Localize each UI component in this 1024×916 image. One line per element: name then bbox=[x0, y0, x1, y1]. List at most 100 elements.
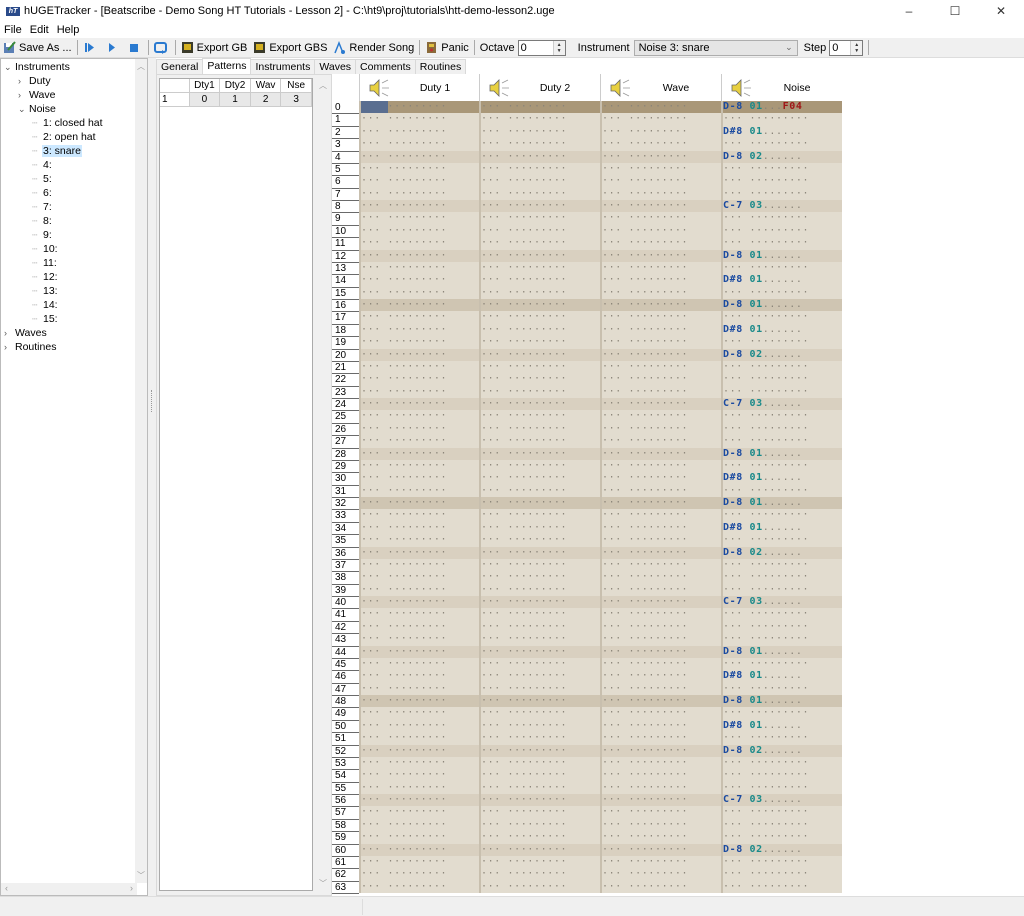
pattern-row[interactable]: ··· ········· bbox=[481, 175, 600, 187]
pattern-row[interactable]: ··· ········· bbox=[481, 485, 600, 497]
channel-column-noise[interactable]: D-8 01...F04 ··· ········· D#8 01...... ···… bbox=[721, 101, 842, 893]
pattern-row[interactable]: D-8 01...... bbox=[723, 497, 842, 510]
pattern-row[interactable]: D#8 01...... bbox=[723, 274, 842, 286]
pattern-row[interactable]: ··· ········· bbox=[361, 683, 480, 695]
pattern-row[interactable]: ··· ········· bbox=[481, 138, 600, 150]
pattern-row[interactable]: ··· ········· bbox=[723, 608, 842, 620]
pattern-row[interactable]: ··· ········· bbox=[481, 163, 600, 175]
tree-item-noise-11[interactable]: ┄ 11: bbox=[32, 256, 58, 270]
pattern-row[interactable]: D-8 02...... bbox=[723, 843, 842, 856]
pattern-row[interactable]: ··· ········· bbox=[361, 460, 480, 472]
pattern-row[interactable]: ··· ········· bbox=[723, 423, 842, 435]
pattern-row[interactable]: ··· ········· bbox=[361, 658, 480, 670]
channel-column-duty-2[interactable]: ··· ········· ··· ········· ··· ········· ·… bbox=[479, 101, 600, 893]
pattern-row[interactable]: ··· ········· bbox=[723, 287, 842, 299]
pattern-row[interactable]: ··· ········· bbox=[361, 274, 480, 286]
pattern-row[interactable]: ··· ········· bbox=[481, 868, 600, 880]
pattern-row[interactable]: D#8 01...... bbox=[723, 126, 842, 138]
pattern-row[interactable]: ··· ········· bbox=[481, 398, 600, 411]
pattern-row[interactable]: D-8 01...... bbox=[723, 645, 842, 658]
speaker-icon[interactable] bbox=[609, 78, 631, 98]
pattern-row[interactable]: ··· ········· bbox=[481, 386, 600, 398]
stop-button[interactable] bbox=[124, 39, 146, 57]
pattern-row[interactable]: ··· ········· bbox=[361, 485, 480, 497]
pattern-row[interactable]: ··· ········· bbox=[723, 410, 842, 422]
pattern-row[interactable]: ··· ········· bbox=[481, 608, 600, 620]
pattern-row[interactable]: ··· ········· bbox=[361, 596, 480, 609]
pattern-row[interactable]: ··· ········· bbox=[361, 410, 480, 422]
pattern-row[interactable]: ··· ········· bbox=[481, 757, 600, 769]
pattern-row[interactable]: ··· ········· bbox=[481, 546, 600, 559]
pattern-row[interactable]: ··· ········· bbox=[361, 769, 480, 781]
pattern-row[interactable]: ··· ········· bbox=[361, 447, 480, 460]
pattern-row[interactable]: ··· ········· bbox=[361, 472, 480, 484]
pattern-row[interactable]: ··· ········· bbox=[361, 113, 480, 125]
pattern-row[interactable]: ··· ········· bbox=[602, 435, 721, 447]
pattern-row[interactable]: ··· ········· bbox=[723, 707, 842, 719]
pattern-row[interactable]: ··· ········· bbox=[602, 831, 721, 843]
pattern-row[interactable]: ··· ········· bbox=[481, 881, 600, 893]
pattern-row[interactable]: ··· ········· bbox=[602, 707, 721, 719]
tab-general[interactable]: General bbox=[156, 59, 204, 74]
pattern-row[interactable]: ··· ········· bbox=[602, 398, 721, 411]
pattern-row[interactable]: ··· ········· bbox=[602, 645, 721, 658]
pattern-row[interactable]: ··· ········· bbox=[723, 559, 842, 571]
pattern-row[interactable]: ··· ········· bbox=[481, 658, 600, 670]
pattern-row[interactable]: ··· ········· bbox=[481, 150, 600, 163]
pattern-row[interactable]: ··· ········· bbox=[361, 150, 480, 163]
pattern-row[interactable]: ··· ········· bbox=[723, 460, 842, 472]
pattern-row[interactable]: ··· ········· bbox=[361, 522, 480, 534]
minimize-button[interactable]: – bbox=[886, 0, 932, 22]
pattern-row[interactable]: ··· ········· bbox=[723, 188, 842, 200]
pattern-row[interactable]: ··· ········· bbox=[481, 348, 600, 361]
pattern-row[interactable]: ··· ········· bbox=[723, 683, 842, 695]
pattern-row[interactable]: ··· ········· bbox=[602, 447, 721, 460]
pattern-row[interactable]: ··· ········· bbox=[723, 819, 842, 831]
pattern-row[interactable]: D-8 01...... bbox=[723, 249, 842, 262]
pattern-row[interactable]: ··· ········· bbox=[723, 237, 842, 249]
pattern-row[interactable]: ··· ········· bbox=[481, 472, 600, 484]
pattern-row[interactable]: ··· ········· bbox=[361, 348, 480, 361]
pattern-row[interactable]: ··· ········· bbox=[723, 361, 842, 373]
pattern-row[interactable]: ··· ········· bbox=[723, 658, 842, 670]
pattern-row[interactable]: ··· ········· bbox=[602, 596, 721, 609]
pattern-row[interactable]: ··· ········· bbox=[723, 175, 842, 187]
chevron-down-icon[interactable]: ⌄ bbox=[18, 102, 28, 116]
pattern-row[interactable]: ··· ········· bbox=[602, 856, 721, 868]
tree-item-waves[interactable]: › Waves bbox=[4, 326, 48, 340]
tree-item-noise-14[interactable]: ┄ 14: bbox=[32, 298, 59, 312]
pattern-row[interactable]: ··· ········· bbox=[723, 868, 842, 880]
pattern-row[interactable]: ··· ········· bbox=[602, 571, 721, 583]
pattern-row[interactable]: ··· ········· bbox=[361, 163, 480, 175]
pattern-row[interactable]: ··· ········· bbox=[723, 571, 842, 583]
tab-waves[interactable]: Waves bbox=[314, 59, 357, 74]
pattern-row[interactable]: ··· ········· bbox=[361, 398, 480, 411]
pattern-row[interactable]: ··· ········· bbox=[602, 843, 721, 856]
pattern-row[interactable]: ··· ········· bbox=[481, 299, 600, 312]
pattern-row[interactable]: ··· ········· bbox=[361, 101, 480, 114]
tree-item-noise-9[interactable]: ┄ 9: bbox=[32, 228, 53, 242]
pattern-row[interactable]: ··· ········· bbox=[481, 843, 600, 856]
close-button[interactable]: ✕ bbox=[978, 0, 1024, 22]
pattern-row[interactable]: ··· ········· bbox=[723, 782, 842, 794]
save-as-button[interactable]: Save As ... bbox=[0, 39, 75, 57]
pattern-row[interactable]: ··· ········· bbox=[602, 695, 721, 708]
splitter-grip[interactable] bbox=[151, 390, 153, 412]
tree-vertical-scrollbar[interactable]: ︿ ﹀ bbox=[135, 59, 147, 883]
chevron-right-icon[interactable]: › bbox=[4, 340, 14, 354]
pattern-row[interactable]: ··· ········· bbox=[361, 744, 480, 757]
pattern-row[interactable]: ··· ········· bbox=[361, 175, 480, 187]
pattern-row[interactable]: ··· ········· bbox=[361, 435, 480, 447]
menu-edit[interactable]: Edit bbox=[26, 24, 53, 36]
pattern-row[interactable]: ··· ········· bbox=[723, 633, 842, 645]
pattern-row[interactable]: ··· ········· bbox=[481, 621, 600, 633]
pattern-row[interactable]: ··· ········· bbox=[481, 262, 600, 274]
pattern-row[interactable]: ··· ········· bbox=[602, 163, 721, 175]
menu-help[interactable]: Help bbox=[53, 24, 84, 36]
export-gb-button[interactable]: Export GB bbox=[178, 39, 251, 57]
pattern-row[interactable]: ··· ········· bbox=[602, 485, 721, 497]
pattern-row[interactable]: ··· ········· bbox=[361, 868, 480, 880]
pattern-row[interactable]: D-8 01...... bbox=[723, 695, 842, 708]
pattern-row[interactable]: ··· ········· bbox=[361, 373, 480, 385]
pattern-row[interactable]: ··· ········· bbox=[361, 720, 480, 732]
